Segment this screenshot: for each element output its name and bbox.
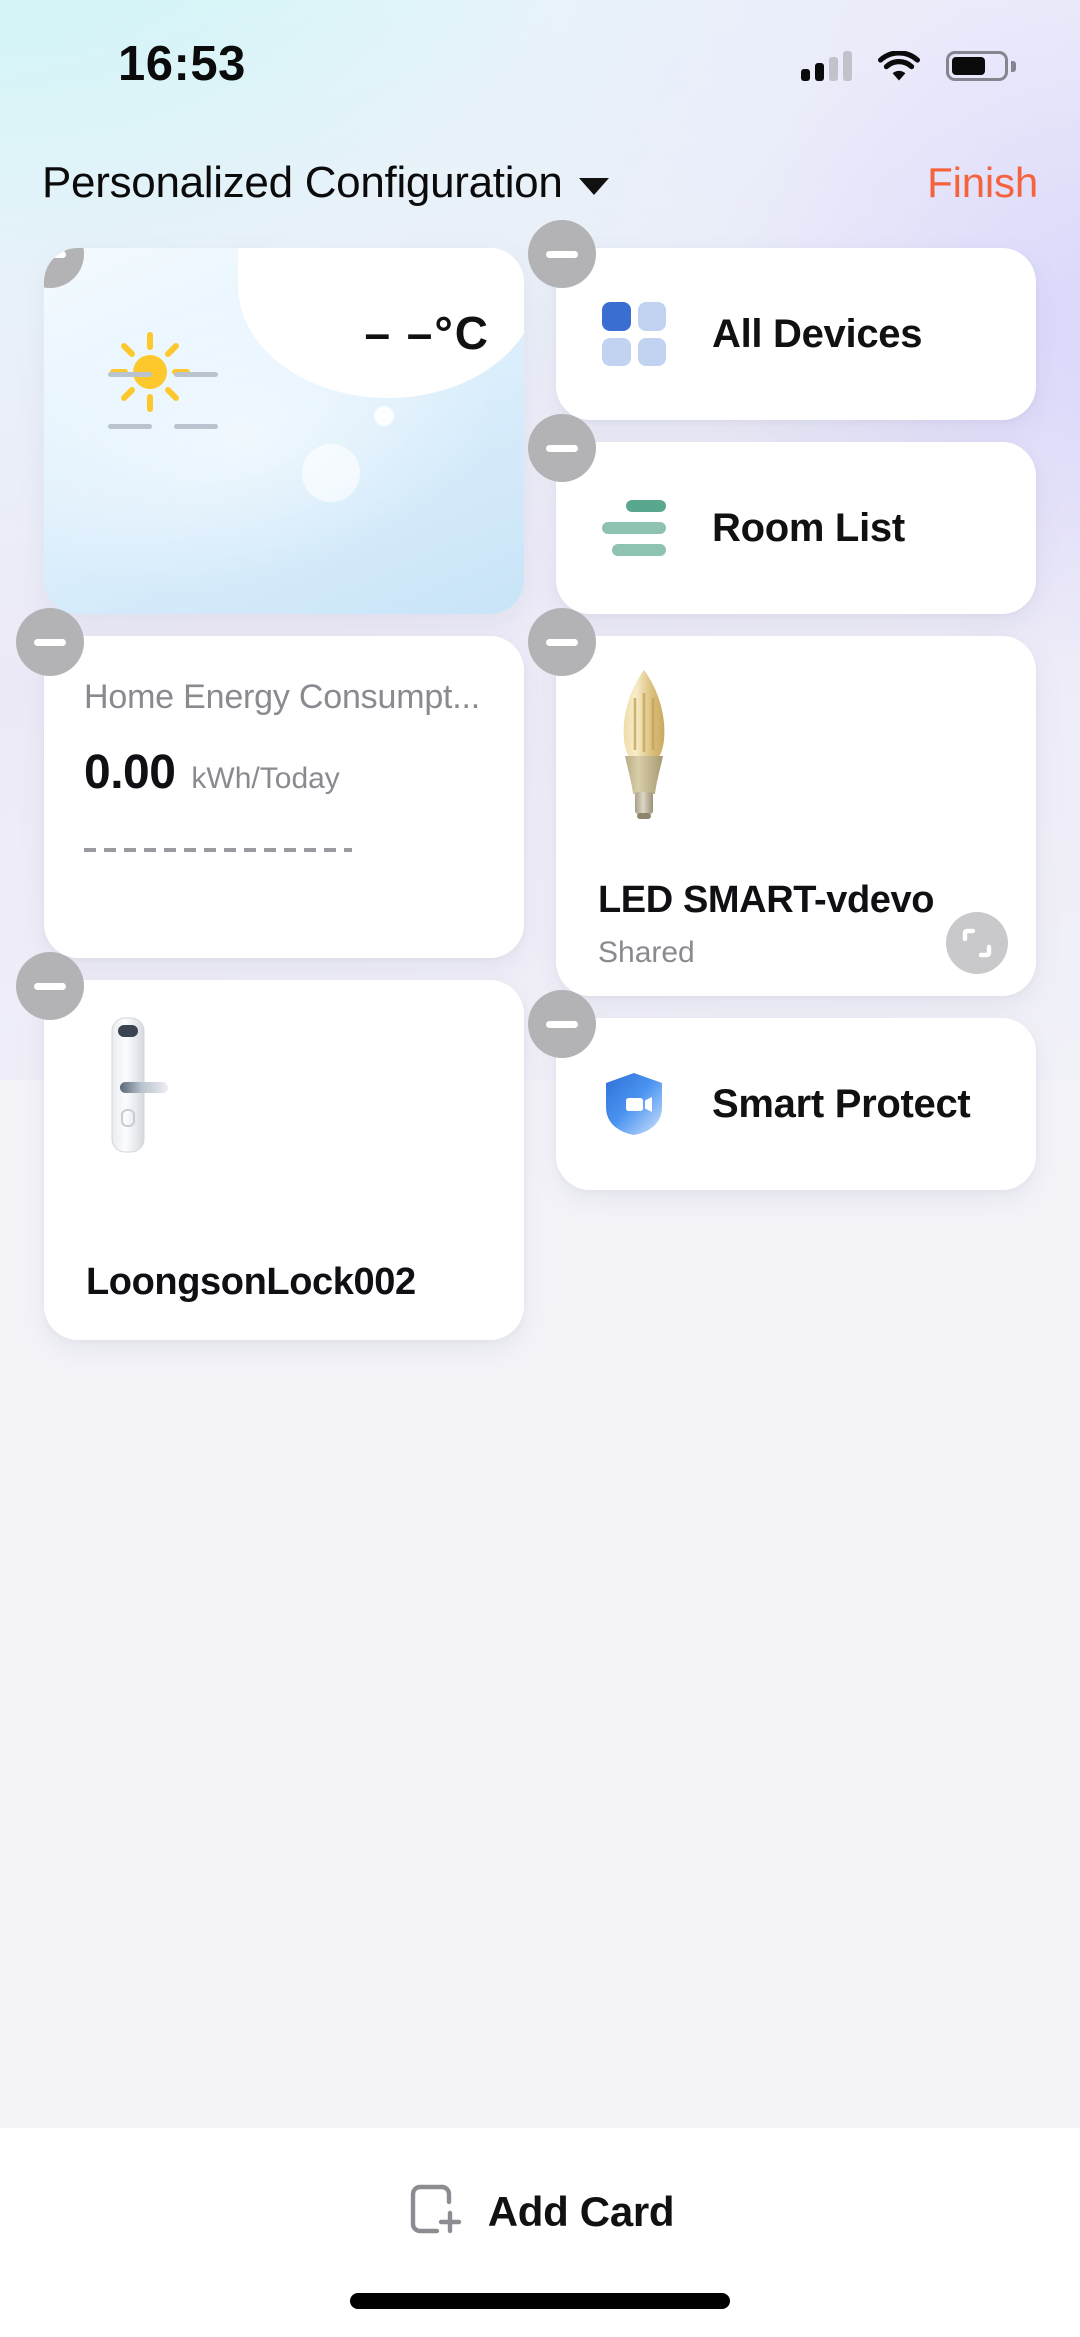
resize-handle-icon[interactable] (946, 912, 1008, 974)
remove-lock-card-button[interactable] (16, 952, 84, 1020)
energy-value: 0.00 (84, 746, 176, 799)
add-card-button[interactable]: Add Card (0, 2180, 1080, 2243)
led-device-name: LED SMART-vdevo (598, 879, 935, 921)
grid-four-squares-icon (602, 302, 666, 366)
loongson-lock-card[interactable]: LoongsonLock002 (16, 952, 524, 1340)
weather-placeholder-row-2 (108, 424, 218, 429)
battery-icon (946, 51, 1016, 81)
energy-placeholder-chart (84, 848, 352, 852)
led-smart-vdevo-card[interactable]: LED SMART-vdevo Shared (528, 608, 1036, 996)
bokeh-circle-small (374, 406, 394, 426)
status-bar-icons (801, 49, 1016, 82)
candle-bulb-icon (556, 666, 1036, 836)
home-energy-consumption-card[interactable]: Home Energy Consumpt... 0.00 kWh/Today (16, 608, 524, 958)
bokeh-circle-large (302, 444, 360, 502)
card-column-right: All Devices Room List LED SMART-vdevo Sh… (528, 220, 1036, 1212)
all-devices-card[interactable]: All Devices (528, 220, 1036, 420)
status-bar: 16:53 (0, 0, 1080, 128)
weather-placeholder-row-1 (108, 372, 218, 377)
list-lines-icon (602, 500, 666, 556)
smart-protect-card[interactable]: Smart Protect (528, 990, 1036, 1190)
smart-door-lock-icon (44, 1010, 524, 1180)
finish-button[interactable]: Finish (927, 159, 1038, 207)
energy-unit: kWh/Today (191, 762, 340, 795)
title-dropdown[interactable]: Personalized Configuration (42, 158, 609, 208)
energy-value-row: 0.00 kWh/Today (84, 745, 490, 800)
remove-led-card-button[interactable] (528, 608, 596, 676)
remove-weather-card-button[interactable] (44, 248, 84, 288)
led-device-status: Shared (598, 936, 695, 969)
weather-temperature: – –°C (364, 307, 490, 359)
room-list-label: Room List (712, 505, 905, 550)
remove-all-devices-card-button[interactable] (528, 220, 596, 288)
remove-smart-protect-card-button[interactable] (528, 990, 596, 1058)
shield-camera-icon (602, 1071, 666, 1137)
energy-card-title: Home Energy Consumpt... (84, 678, 481, 716)
wifi-icon (878, 49, 920, 82)
remove-room-list-card-button[interactable] (528, 414, 596, 482)
status-bar-clock: 16:53 (118, 36, 246, 91)
card-column-left: – –°C Home Energy Consumpt... 0.00 kWh/T… (16, 248, 524, 1362)
add-card-icon (406, 2180, 464, 2243)
remove-energy-card-button[interactable] (16, 608, 84, 676)
page-header: Personalized Configuration Finish (0, 128, 1080, 238)
chevron-down-icon[interactable] (578, 177, 609, 195)
cellular-signal-icon (801, 51, 852, 81)
room-list-card[interactable]: Room List (528, 414, 1036, 614)
lock-device-name: LoongsonLock002 (86, 1261, 416, 1303)
home-indicator (350, 2293, 730, 2309)
add-card-label: Add Card (487, 2187, 675, 2235)
app-screen: 16:53 Personalized Configuration Finish … (0, 0, 1080, 2337)
bottom-bar: Add Card (0, 2128, 1080, 2337)
smart-protect-label: Smart Protect (712, 1081, 971, 1126)
weather-card[interactable]: – –°C (44, 248, 524, 614)
page-title: Personalized Configuration (42, 158, 563, 207)
all-devices-label: All Devices (712, 311, 923, 356)
